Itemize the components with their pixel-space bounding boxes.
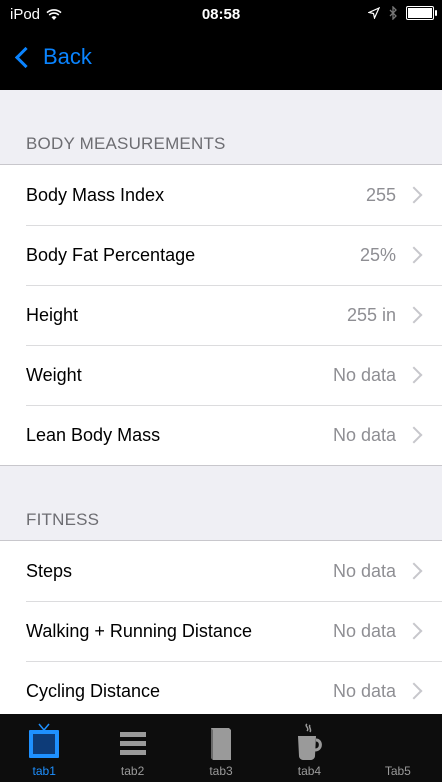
book-icon (211, 728, 232, 760)
row-label: Steps (26, 560, 73, 581)
tab-label: tab2 (120, 764, 145, 778)
chevron-right-icon (405, 426, 423, 444)
row-label: Weight (26, 364, 82, 385)
status-right (368, 6, 437, 20)
status-bar: iPod 08:58 (0, 0, 442, 30)
section-header-body-measurements: BODY MEASUREMENTS (26, 134, 226, 153)
row-value: No data (332, 364, 396, 385)
back-button-label: Back (43, 44, 92, 69)
chevron-right-icon (405, 186, 423, 204)
row-value: 255 in (346, 304, 396, 325)
chevron-right-icon (405, 622, 423, 640)
settings-list[interactable]: BODY MEASUREMENTS Body Mass Index 255 Bo… (0, 90, 442, 714)
fitness-group: Steps No data Walking + Running Distance… (0, 540, 442, 714)
chevron-right-icon (405, 562, 423, 580)
body-measurements-group: Body Mass Index 255 Body Fat Percentage … (0, 164, 442, 466)
tab-3[interactable]: tab3 (177, 714, 265, 782)
tab-4[interactable]: tab4 (265, 714, 353, 782)
row-body-mass-index[interactable]: Body Mass Index 255 (0, 165, 442, 225)
chevron-right-icon (405, 366, 423, 384)
row-label: Body Mass Index (26, 184, 165, 205)
list-icon (119, 732, 146, 755)
tab-5[interactable]: Tab5 (354, 714, 442, 782)
row-label: Cycling Distance (26, 680, 161, 701)
tv-icon (29, 723, 60, 758)
row-value: 255 (365, 184, 396, 205)
row-label: Lean Body Mass (26, 424, 161, 445)
chevron-right-icon (405, 306, 423, 324)
tab-2[interactable]: tab2 (88, 714, 176, 782)
chevron-right-icon (405, 246, 423, 264)
row-label: Height (26, 304, 79, 325)
tab-label: tab1 (32, 764, 56, 778)
row-walking-running-distance[interactable]: Walking + Running Distance No data (0, 601, 442, 661)
location-arrow-icon (368, 7, 380, 19)
row-value: No data (332, 620, 396, 641)
bluetooth-icon (389, 6, 397, 20)
navigation-bar: Back (0, 30, 442, 90)
row-value: 25% (359, 244, 396, 265)
row-height[interactable]: Height 255 in (0, 285, 442, 345)
section-header-fitness: FITNESS (26, 510, 100, 529)
tab-1[interactable]: tab1 (0, 714, 88, 782)
tab-label: Tab5 (384, 764, 411, 778)
row-weight[interactable]: Weight No data (0, 345, 442, 405)
row-body-fat-percentage[interactable]: Body Fat Percentage 25% (0, 225, 442, 285)
chevron-left-icon (14, 46, 37, 68)
back-button[interactable]: Back (14, 44, 92, 70)
row-cycling-distance[interactable]: Cycling Distance No data (0, 661, 442, 714)
chevron-right-icon (405, 682, 423, 700)
tab-bar: tab1 tab2 tab3 tab4 Tab5 (0, 714, 442, 782)
row-label: Body Fat Percentage (26, 244, 196, 265)
row-steps[interactable]: Steps No data (0, 541, 442, 601)
row-value: No data (332, 424, 396, 445)
battery-icon (406, 6, 437, 20)
row-value: No data (332, 560, 396, 581)
coffee-cup-icon (298, 723, 323, 760)
row-value: No data (332, 680, 396, 701)
tab-label: tab4 (297, 764, 322, 778)
row-label: Walking + Running Distance (26, 620, 252, 641)
tab-label: tab3 (209, 764, 233, 778)
row-lean-body-mass[interactable]: Lean Body Mass No data (0, 405, 442, 465)
